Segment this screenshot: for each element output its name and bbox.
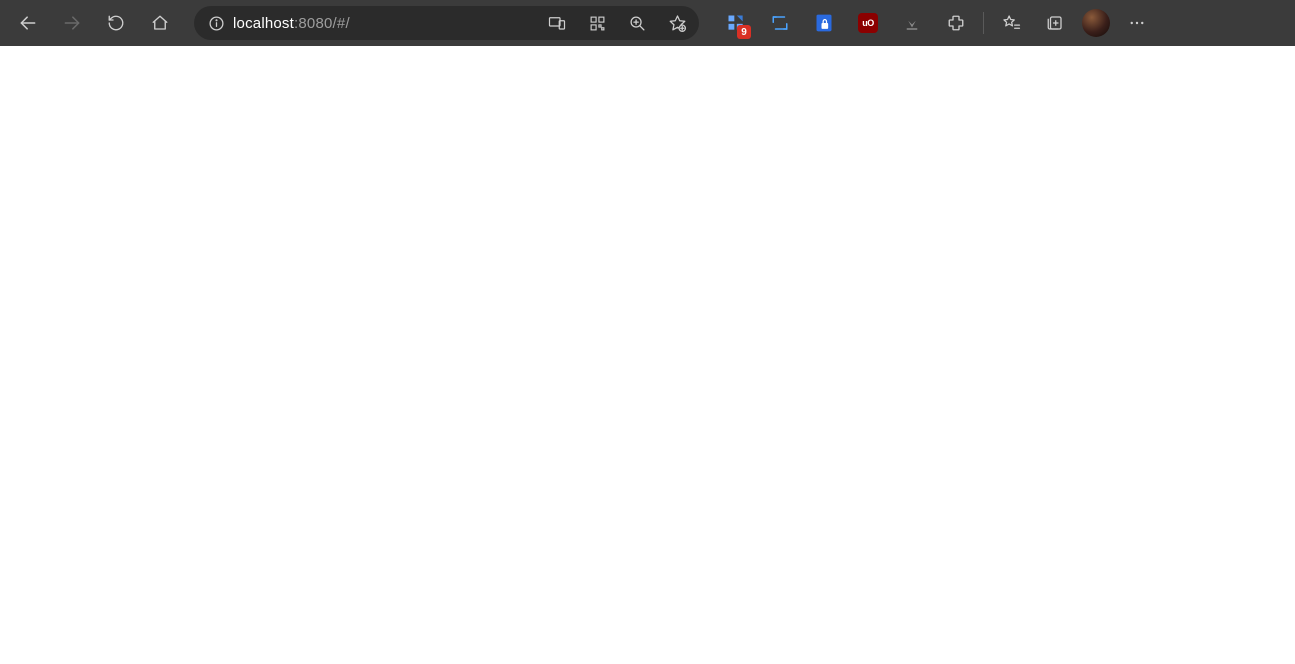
toolbar-separator <box>983 12 984 34</box>
qr-icon <box>589 15 606 32</box>
reload-icon <box>107 14 125 32</box>
extensions-group: 9 uO <box>715 3 1158 43</box>
home-icon <box>151 14 169 32</box>
download-icon <box>903 14 921 32</box>
info-icon <box>208 15 225 32</box>
arrow-right-icon <box>62 13 82 33</box>
devices-icon <box>548 14 566 32</box>
menu-button[interactable] <box>1116 3 1158 43</box>
extension-badge: 9 <box>737 25 751 39</box>
profile-avatar[interactable] <box>1082 9 1110 37</box>
zoom-in-icon <box>629 15 646 32</box>
collections-button[interactable] <box>1034 3 1076 43</box>
sync-icon <box>771 14 789 32</box>
address-bar[interactable]: localhost:8080/#/ <box>194 6 699 40</box>
star-add-icon <box>668 14 687 33</box>
reload-button[interactable] <box>96 3 136 43</box>
more-icon <box>1128 14 1146 32</box>
browser-toolbar: localhost:8080/#/ <box>0 0 1295 46</box>
site-info-button[interactable] <box>208 15 225 32</box>
downloads-button[interactable] <box>891 3 933 43</box>
puzzle-icon <box>947 14 965 32</box>
device-emulation-button[interactable] <box>541 8 573 38</box>
extensions-button[interactable] <box>935 3 977 43</box>
qr-button[interactable] <box>581 8 613 38</box>
ublock-extension[interactable]: uO <box>847 3 889 43</box>
back-button[interactable] <box>8 3 48 43</box>
url-host: localhost <box>233 15 294 32</box>
url-rest: :8080/#/ <box>294 15 350 32</box>
shield-extension[interactable] <box>803 3 845 43</box>
page-content <box>0 46 1295 664</box>
sync-extension[interactable] <box>759 3 801 43</box>
star-list-icon <box>1002 14 1021 33</box>
collections-icon <box>1046 14 1064 32</box>
forward-button <box>52 3 92 43</box>
ublock-icon: uO <box>858 13 878 33</box>
arrow-left-icon <box>18 13 38 33</box>
shield-lock-icon <box>814 13 834 33</box>
zoom-button[interactable] <box>621 8 653 38</box>
url-text: localhost:8080/#/ <box>233 15 533 32</box>
home-button[interactable] <box>140 3 180 43</box>
favorite-button[interactable] <box>661 8 693 38</box>
react-devtools-extension[interactable]: 9 <box>715 3 757 43</box>
favorites-list-button[interactable] <box>990 3 1032 43</box>
